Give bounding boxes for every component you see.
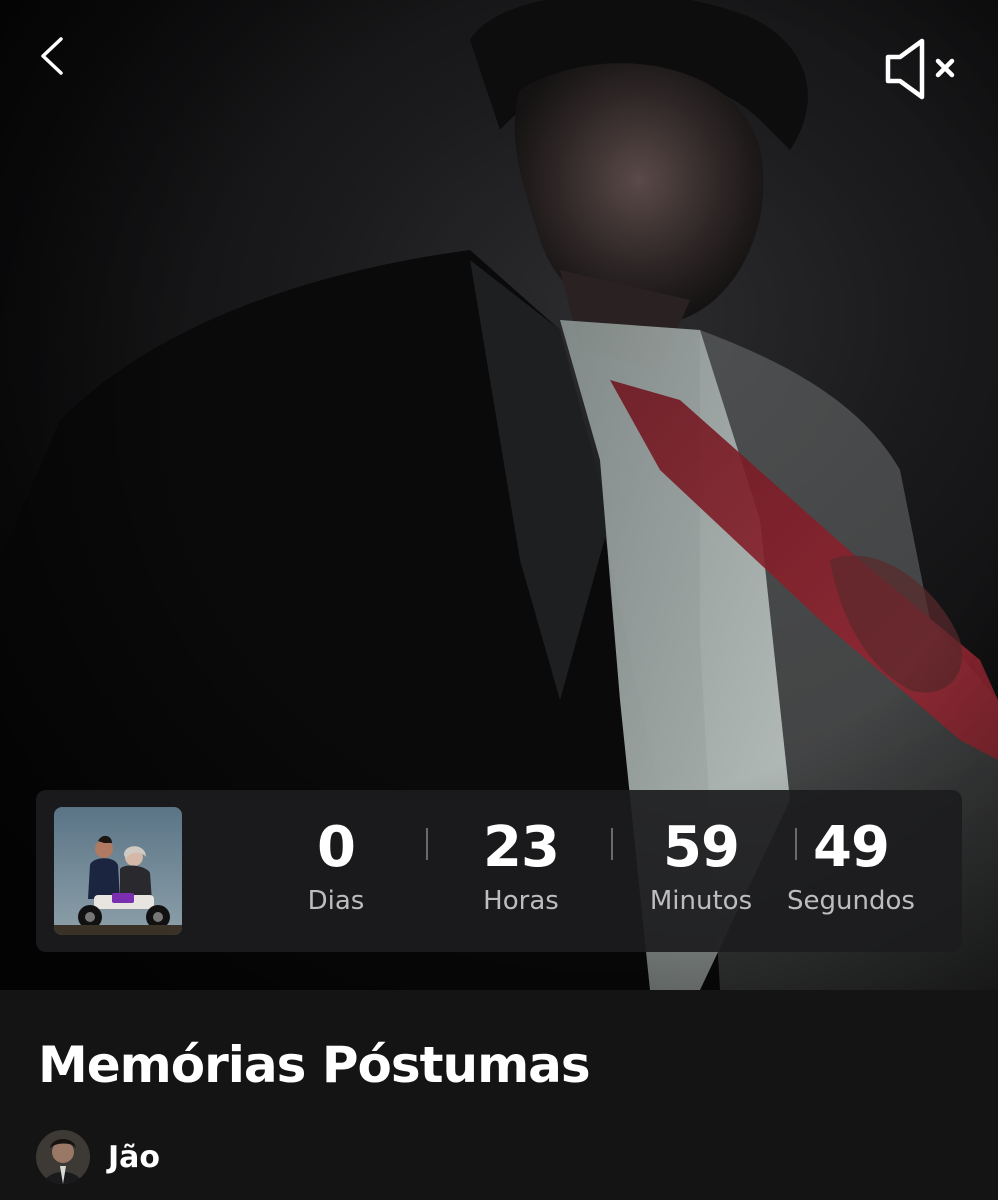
- days-value: 0: [317, 815, 356, 880]
- countdown-hours: 23 Horas: [431, 812, 611, 932]
- release-title: Memórias Póstumas: [38, 1036, 591, 1094]
- hero-video[interactable]: 0 Dias 23 Horas 59 Minutos 49 Segundos: [0, 0, 998, 990]
- album-cover-image: [54, 807, 182, 935]
- pre-release-screen: 0 Dias 23 Horas 59 Minutos 49 Segundos M…: [0, 0, 998, 1200]
- artist-link[interactable]: Jão: [36, 1130, 160, 1184]
- countdown-seconds: 49 Segundos: [771, 812, 931, 932]
- seconds-value: 49: [813, 815, 890, 880]
- chevron-left-icon: [41, 37, 63, 75]
- days-label: Dias: [307, 886, 365, 916]
- mute-button[interactable]: [880, 34, 964, 104]
- countdown-days: 0 Dias: [246, 812, 426, 932]
- back-button[interactable]: [24, 28, 80, 84]
- hours-value: 23: [483, 815, 560, 880]
- hours-label: Horas: [483, 886, 559, 916]
- artist-name: Jão: [108, 1139, 161, 1175]
- release-countdown: 0 Dias 23 Horas 59 Minutos 49 Segundos: [36, 790, 962, 952]
- speaker-muted-icon: [885, 38, 955, 100]
- artist-avatar-image: [36, 1130, 90, 1184]
- divider: [426, 828, 428, 860]
- seconds-label: Segundos: [787, 886, 915, 916]
- avatar: [36, 1130, 90, 1184]
- album-cover[interactable]: [54, 807, 182, 935]
